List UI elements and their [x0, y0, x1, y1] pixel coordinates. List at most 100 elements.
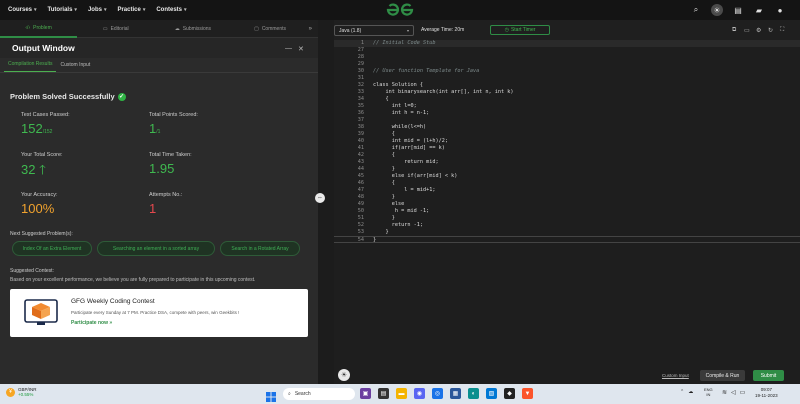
currency-icon: ¥ [6, 387, 15, 397]
system-icons[interactable]: ≋ ◁ ▭ [722, 389, 745, 396]
translate-icon[interactable]: ▤ [732, 4, 744, 16]
compile-run-button[interactable]: Compile & Run [700, 370, 745, 381]
custom-input-link[interactable]: Custom Input [662, 373, 689, 378]
code-line[interactable]: 39 { [334, 131, 800, 138]
app-icon[interactable]: ▦ [450, 388, 461, 399]
code-line[interactable]: 27 [334, 47, 800, 54]
code-area[interactable]: 1 // Initial Code Stub 27 28 29 30 // User fun… [334, 40, 800, 243]
tab-editorial[interactable]: ▭ Editorial [77, 20, 154, 38]
menu-practice[interactable]: Practice ▾ [117, 7, 145, 13]
check-circle-icon: ✓ [117, 92, 126, 101]
code-line[interactable]: 48 } [334, 194, 800, 201]
code-line[interactable]: 1 // Initial Code Stub [334, 40, 800, 47]
system-tray[interactable]: ⌃ ☁ [680, 389, 693, 395]
code-line[interactable]: 41 if(arr[mid] == k) [334, 145, 800, 152]
drag-handle-icon[interactable]: ⇔ [315, 193, 325, 203]
code-line[interactable]: 53 } [334, 229, 800, 236]
fullscreen-icon[interactable]: ⛶ [780, 27, 784, 34]
app-icon[interactable]: ▤ [378, 388, 389, 399]
code-line[interactable]: 33 int binarysearch(int arr[], int n, in… [334, 89, 800, 96]
windows-start-icon[interactable] [266, 389, 276, 404]
user-avatar-icon[interactable]: ● [774, 4, 786, 16]
menu-jobs[interactable]: Jobs ▾ [88, 7, 107, 13]
line-number: 34 [357, 96, 364, 102]
code-line[interactable]: 30 // User function Template for Java [334, 68, 800, 75]
code-line[interactable]: 40 int mid = (l+h)/2; [334, 138, 800, 145]
code-line[interactable]: 38 while(l<=h) [334, 124, 800, 131]
code-line[interactable]: 52 return -1; [334, 222, 800, 229]
tab-problem[interactable]: ‹/› Problem [0, 20, 78, 38]
suggested-problem-chip[interactable]: Searching an element in a sorted array [97, 241, 215, 256]
line-text: class Solution { [373, 82, 423, 88]
taskbar-clock[interactable]: 09:07 19-11-2023 [755, 387, 778, 399]
code-line[interactable]: 36 int h = n-1; [334, 110, 800, 117]
code-line[interactable]: 46 { [334, 180, 800, 187]
tab-custom-input[interactable]: Custom Input [56, 62, 94, 72]
theme-toggle-icon[interactable]: ☀ [711, 4, 723, 16]
code-line[interactable]: 51 } [334, 215, 800, 222]
language-indicator[interactable]: ENG IN [704, 387, 713, 397]
taskbar-search[interactable]: ⌕ Search [283, 388, 355, 400]
minimize-icon[interactable]: — [285, 45, 292, 52]
battery-icon: ▭ [739, 390, 746, 396]
code-line[interactable]: 37 [334, 117, 800, 124]
stock-ticker[interactable]: ¥ GBP/INR +0.55% [6, 387, 37, 397]
code-line[interactable]: 29 [334, 61, 800, 68]
line-text: else if(arr[mid] < k) [373, 173, 458, 179]
language-select[interactable]: Java (1.8) ▾ [334, 25, 414, 36]
reset-icon[interactable]: ↻ [768, 27, 773, 34]
chevron-down-icon: ▾ [184, 7, 187, 13]
collapse-panel-icon[interactable]: » [309, 26, 312, 32]
line-text: return mid; [373, 159, 439, 165]
menu-contests[interactable]: Contests ▾ [156, 7, 186, 13]
code-line[interactable]: 54} [334, 236, 800, 243]
participate-link[interactable]: Participate now » [71, 320, 112, 326]
code-line[interactable]: 35 int l=0; [334, 103, 800, 110]
editor-theme-icon[interactable]: ☀ [338, 369, 350, 381]
settings-icon[interactable]: ⚙ [756, 27, 761, 34]
app-icon[interactable]: ▣ [360, 388, 371, 399]
app-icon[interactable]: ◆ [504, 388, 515, 399]
menu-courses[interactable]: Courses ▾ [8, 7, 37, 13]
start-timer-button[interactable]: ◷ Start Timer [490, 25, 550, 35]
contest-card[interactable]: GFG Weekly Coding Contest Participate ev… [10, 289, 308, 337]
code-line[interactable]: 50 h = mid -1; [334, 208, 800, 215]
test-cases-stat: Test Cases Passed: 152/152 [21, 112, 70, 136]
code-line[interactable]: 49 else [334, 201, 800, 208]
chrome-icon[interactable]: ◎ [432, 388, 443, 399]
code-line[interactable]: 44 } [334, 166, 800, 173]
file-explorer-icon[interactable]: ▬ [396, 388, 407, 399]
menu-tutorials[interactable]: Tutorials ▾ [48, 7, 77, 13]
paste-icon[interactable]: ▭ [744, 27, 750, 34]
suggested-contest-label: Suggested Contest: [10, 268, 54, 274]
line-text: } [373, 194, 395, 200]
suggested-problem-chip[interactable]: Index Of an Extra Element [12, 241, 92, 256]
line-text: { [373, 131, 395, 137]
suggested-problem-chip[interactable]: Search in a Rotated Array [220, 241, 300, 256]
code-line[interactable]: 43 return mid; [334, 159, 800, 166]
brave-icon[interactable]: ▼ [522, 388, 533, 399]
app-icon[interactable]: ▧ [486, 388, 497, 399]
search-icon[interactable]: ⌕ [690, 4, 702, 16]
tab-submissions[interactable]: ☁ Submissions [154, 20, 231, 38]
code-line[interactable]: 28 [334, 54, 800, 61]
edge-icon[interactable]: ◐ [468, 388, 479, 399]
copy-icon[interactable]: ⧉ [732, 27, 736, 34]
submit-button[interactable]: Submit [753, 370, 784, 381]
line-text: // User function Template for Java [373, 68, 480, 74]
code-line[interactable]: 45 else if(arr[mid] < k) [334, 173, 800, 180]
tab-comments[interactable]: ▢ Comments [231, 20, 308, 38]
comment-icon: ▢ [254, 25, 259, 32]
code-line[interactable]: 34 { [334, 96, 800, 103]
code-line[interactable]: 47 l = mid+1; [334, 187, 800, 194]
close-icon[interactable]: ✕ [298, 45, 304, 53]
tab-compilation-results[interactable]: Compilation Results [4, 61, 57, 72]
code-line[interactable]: 31 [334, 75, 800, 82]
attempts-stat: Attempts No.: 1 [149, 192, 183, 216]
app-icon[interactable]: ◉ [414, 388, 425, 399]
clock-icon: ◷ [504, 27, 509, 33]
code-line[interactable]: 32 class Solution { [334, 82, 800, 89]
notification-icon[interactable]: ▰ [753, 4, 765, 16]
code-line[interactable]: 42 { [334, 152, 800, 159]
line-number: 36 [357, 110, 364, 116]
